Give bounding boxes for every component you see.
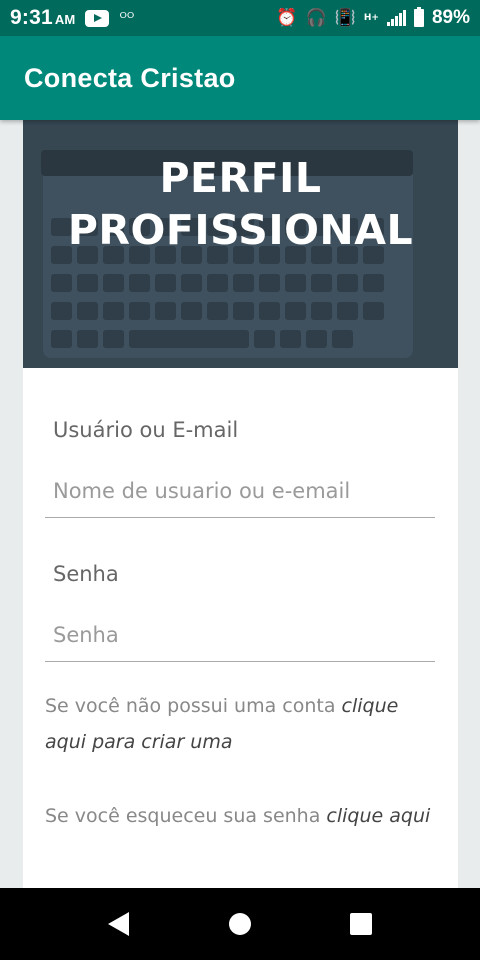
alarm-icon: ⏰ (276, 8, 298, 28)
username-input[interactable] (45, 464, 435, 518)
forgot-password-hint: Se você esqueceu sua senha clique aqui (45, 805, 431, 827)
password-label: Senha (53, 562, 119, 586)
forgot-password-link[interactable]: clique aqui (326, 805, 430, 827)
battery-percent: 89% (431, 7, 470, 28)
home-icon[interactable] (228, 913, 251, 935)
login-card: PERFIL PROFISSIONAL Usuário ou E-mail Se… (23, 120, 458, 888)
network-type-label: H+ (363, 13, 379, 23)
battery-icon (413, 7, 424, 27)
recents-icon[interactable] (350, 913, 372, 935)
app-title: Conecta Cristao (24, 62, 236, 93)
app-bar: Conecta Cristao (0, 36, 480, 120)
hero-banner: PERFIL PROFISSIONAL (23, 120, 458, 368)
headset-icon: 🎧 (305, 8, 327, 28)
signal-icon (386, 10, 406, 26)
back-icon[interactable] (108, 912, 129, 936)
vibrate-icon: 📳 (334, 8, 356, 28)
status-bar: 9:31 AM ᴼᴼ ⏰ 🎧 📳 H+ 89% (0, 0, 480, 36)
youtube-icon (85, 9, 110, 27)
password-input[interactable] (45, 608, 435, 662)
status-time: 9:31 AM (10, 6, 76, 29)
username-label: Usuário ou E-mail (53, 418, 239, 442)
hero-title: PERFIL PROFISSIONAL (67, 154, 414, 254)
voicemail-icon: ᴼᴼ (119, 9, 135, 27)
register-hint: Se você não possui uma conta clique aqui… (45, 695, 399, 753)
system-nav-bar (0, 888, 480, 960)
